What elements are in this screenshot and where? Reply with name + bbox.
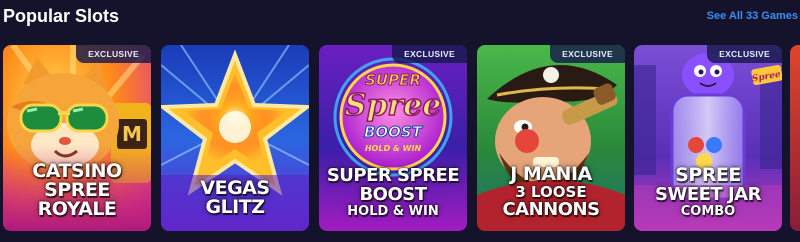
game-title-line: BOOST: [359, 184, 427, 205]
svg-text:M: M: [122, 122, 142, 146]
section-title: Popular Slots: [3, 6, 120, 26]
exclusive-badge: EXCLUSIVE: [76, 45, 151, 63]
game-title-line: 3 LOOSE: [515, 183, 587, 201]
game-card-next-partial[interactable]: [790, 45, 800, 231]
section-header: Popular Slots See All 33 Games: [0, 0, 800, 34]
game-title: VEGAS GLITZ: [161, 179, 309, 217]
game-title-line: SUPER SPREE: [326, 165, 460, 186]
exclusive-badge: EXCLUSIVE: [550, 45, 625, 63]
exclusive-badge: EXCLUSIVE: [707, 45, 782, 63]
game-title-line: SWEET JAR: [655, 184, 761, 205]
game-card-catsino-spree-royale[interactable]: M EXCLUSIVE CATSINO SPREE ROYALE: [3, 45, 151, 231]
game-title-line: SPREE: [675, 164, 741, 186]
svg-text:BOOST: BOOST: [364, 123, 424, 141]
slots-carousel: M EXCLUSIVE CATSINO SPREE ROYALE VEGAS G…: [0, 45, 800, 231]
game-card-super-spree-boost[interactable]: SUPER Spree BOOST HOLD & WIN EXCLUSIVE S…: [319, 45, 467, 231]
game-card-j-mania-3-loose-cannons[interactable]: EXCLUSIVE J MANIA 3 LOOSE CANNONS: [477, 45, 625, 231]
game-title-line: COMBO: [680, 204, 736, 219]
game-title-line: ROYALE: [37, 198, 117, 220]
game-title-line: GLITZ: [205, 196, 265, 218]
game-title-line: J MANIA: [510, 163, 592, 185]
svg-text:Spree: Spree: [345, 88, 442, 123]
game-card-spree-sweet-jar-combo[interactable]: Spree EXCLUSIVE SPREE SWEET JAR COMBO: [634, 45, 782, 231]
svg-text:HOLD & WIN: HOLD & WIN: [365, 144, 422, 153]
game-title-line: HOLD & WIN: [347, 204, 439, 219]
game-title: SUPER SPREE BOOST HOLD & WIN: [319, 166, 467, 219]
game-title: CATSINO SPREE ROYALE: [3, 162, 151, 219]
svg-text:SUPER: SUPER: [365, 71, 421, 89]
next-card-artwork: [790, 45, 800, 231]
exclusive-badge: EXCLUSIVE: [392, 45, 467, 63]
game-title: J MANIA 3 LOOSE CANNONS: [477, 163, 625, 220]
see-all-games-link[interactable]: See All 33 Games: [707, 10, 798, 23]
game-title: SPREE SWEET JAR COMBO: [634, 164, 782, 220]
game-title-line: CANNONS: [502, 199, 600, 220]
game-card-vegas-glitz[interactable]: VEGAS GLITZ: [161, 45, 309, 231]
